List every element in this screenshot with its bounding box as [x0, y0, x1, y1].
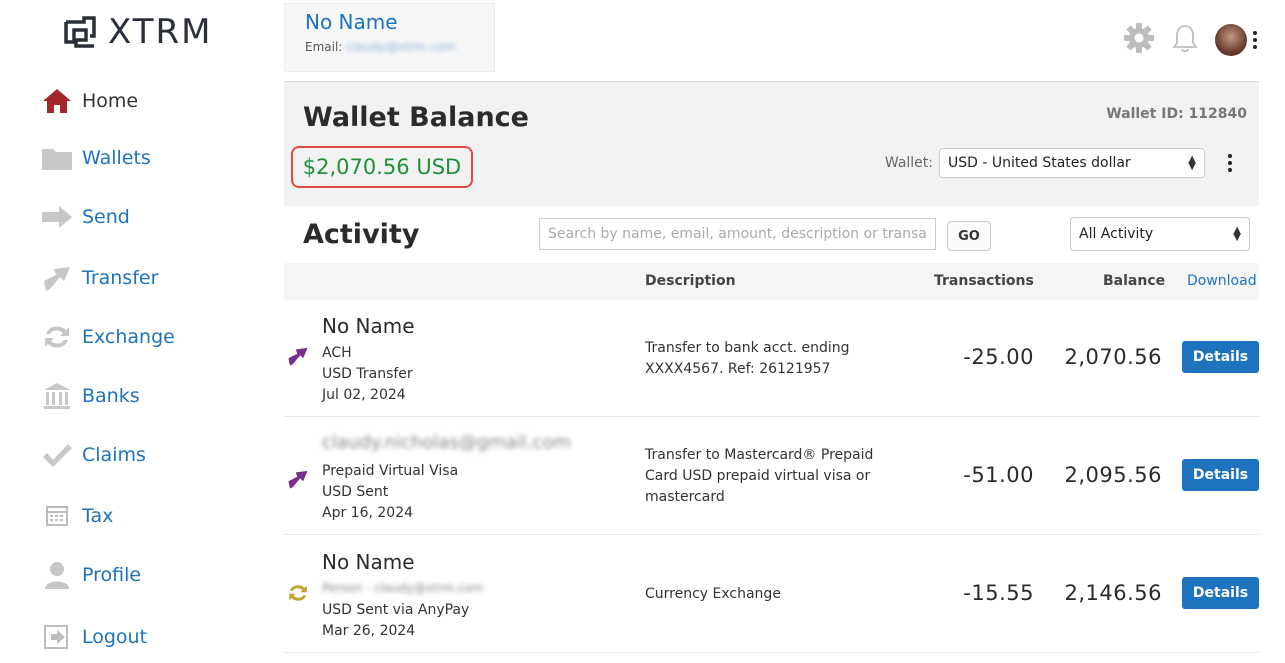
sidebar-item-label: Tax [82, 505, 114, 527]
wallet-balance-amount: $2,070.56 USD [302, 155, 462, 179]
sidebar-item-banks[interactable]: Banks [40, 379, 140, 413]
row-type: USD Sent [322, 484, 389, 500]
profile-email: Email: claudy@xtrm.com [305, 40, 474, 54]
email-label: Email: [305, 40, 343, 54]
details-button[interactable]: Details [1182, 341, 1259, 373]
activity-filter-select[interactable]: All Activity ▲ ▼ [1070, 217, 1250, 251]
wallet-select-label: Wallet: [884, 155, 933, 171]
wallet-title: Wallet Balance [303, 102, 529, 133]
sidebar-item-logout[interactable]: Logout [40, 620, 147, 654]
details-button[interactable]: Details [1182, 459, 1259, 491]
row-amount: -51.00 [963, 463, 1034, 487]
activity-title: Activity [303, 219, 420, 250]
sidebar-item-label: Exchange [82, 326, 175, 348]
column-balance: Balance [1103, 273, 1166, 289]
bell-icon[interactable] [1169, 22, 1201, 58]
profile-name[interactable]: No Name [305, 10, 474, 34]
balance-highlight: $2,070.56 USD [291, 146, 473, 188]
avatar[interactable] [1215, 24, 1247, 56]
sidebar-item-claims[interactable]: Claims [40, 438, 146, 472]
sidebar-item-exchange[interactable]: Exchange [40, 320, 175, 354]
row-balance: 2,070.56 [1064, 345, 1162, 369]
row-balance: 2,146.56 [1064, 581, 1162, 605]
email-value: claudy@xtrm.com [346, 40, 456, 54]
header-actions [1123, 22, 1257, 58]
send-arrow-icon [40, 200, 74, 234]
row-method: Prepaid Virtual Visa [322, 463, 459, 479]
sidebar-item-wallets[interactable]: Wallets [40, 141, 151, 175]
transfer-arrow-icon [40, 261, 74, 295]
table-row: No Name ACH USD Transfer Jul 02, 2024 Tr… [284, 300, 1259, 417]
table-row: No Name Person - claudy@xtrm.com USD Sen… [284, 536, 1259, 653]
download-link[interactable]: Download [1187, 273, 1257, 289]
transfer-arrow-icon [287, 468, 309, 490]
row-description: Currency Exchange [645, 586, 781, 602]
row-description: Transfer to bank acct. ending XXXX4567. … [645, 340, 850, 377]
logo[interactable]: XTRM [62, 12, 212, 52]
bank-icon [40, 379, 74, 413]
user-icon [40, 558, 74, 592]
more-options-icon[interactable] [1253, 31, 1257, 49]
row-description: Transfer to Mastercard® Prepaid Card USD… [645, 447, 874, 505]
calculator-icon [40, 499, 74, 533]
logo-text: XTRM [108, 12, 213, 52]
sidebar-item-label: Profile [82, 564, 142, 586]
sidebar-item-label: Claims [82, 444, 146, 466]
xtrm-logo-icon [64, 16, 96, 48]
wallet-more-options-icon[interactable] [1228, 154, 1232, 172]
sidebar-item-label: Transfer [82, 267, 159, 289]
sidebar: XTRM Home Wallets Send Transfer Exchange [0, 0, 270, 663]
wallet-balance-panel: Wallet Balance Wallet ID: 112840 $2,070.… [284, 81, 1259, 206]
sidebar-item-home[interactable]: Home [40, 84, 138, 118]
row-amount: -25.00 [963, 345, 1034, 369]
folder-icon [40, 141, 74, 175]
sidebar-item-label: Wallets [82, 147, 151, 169]
row-date: Jul 02, 2024 [322, 387, 406, 403]
go-button[interactable]: GO [947, 221, 991, 251]
sidebar-item-transfer[interactable]: Transfer [40, 261, 158, 295]
row-date: Mar 26, 2024 [322, 623, 416, 639]
select-arrows-icon: ▲ ▼ [1188, 154, 1196, 172]
wallet-id: Wallet ID: 112840 [1106, 106, 1247, 122]
sidebar-item-send[interactable]: Send [40, 200, 130, 234]
row-balance: 2,095.56 [1064, 463, 1162, 487]
row-type: USD Sent via AnyPay [322, 602, 470, 618]
table-row: claudy.nicholas@gmail.com Prepaid Virtua… [284, 418, 1259, 535]
sidebar-item-label: Send [82, 206, 130, 228]
exchange-icon [287, 582, 309, 604]
column-transactions: Transactions [934, 273, 1034, 289]
wallet-select-value: USD - United States dollar [948, 155, 1131, 171]
row-amount: -15.55 [963, 581, 1034, 605]
sidebar-item-tax[interactable]: Tax [40, 499, 113, 533]
row-recipient: Person - claudy@xtrm.com [322, 581, 484, 595]
home-icon [40, 84, 74, 118]
details-button[interactable]: Details [1182, 577, 1259, 609]
logout-icon [40, 620, 74, 654]
row-type: USD Transfer [322, 366, 413, 382]
select-arrows-icon: ▲ ▼ [1233, 225, 1241, 243]
wallet-select[interactable]: USD - United States dollar ▲ ▼ [939, 148, 1205, 178]
row-name: No Name [322, 314, 415, 338]
row-method: ACH [322, 345, 352, 361]
row-name: claudy.nicholas@gmail.com [322, 432, 571, 453]
wallet-selector: Wallet: USD - United States dollar ▲ ▼ [885, 148, 1205, 178]
sidebar-item-label: Home [82, 90, 139, 112]
row-date: Apr 16, 2024 [322, 505, 414, 521]
activity-search-input[interactable] [539, 218, 936, 250]
row-name: No Name [322, 550, 415, 574]
sidebar-item-label: Banks [82, 385, 140, 407]
checkmark-icon [40, 438, 74, 472]
profile-card: No Name Email: claudy@xtrm.com [284, 3, 495, 72]
transfer-arrow-icon [287, 345, 309, 367]
activity-filter-value: All Activity [1079, 226, 1154, 242]
exchange-icon [40, 320, 74, 354]
sidebar-item-profile[interactable]: Profile [40, 558, 141, 592]
gear-icon[interactable] [1123, 22, 1155, 58]
column-description: Description [645, 273, 736, 289]
sidebar-item-label: Logout [82, 626, 148, 648]
activity-table-header: Description Transactions Balance Downloa… [284, 263, 1259, 300]
